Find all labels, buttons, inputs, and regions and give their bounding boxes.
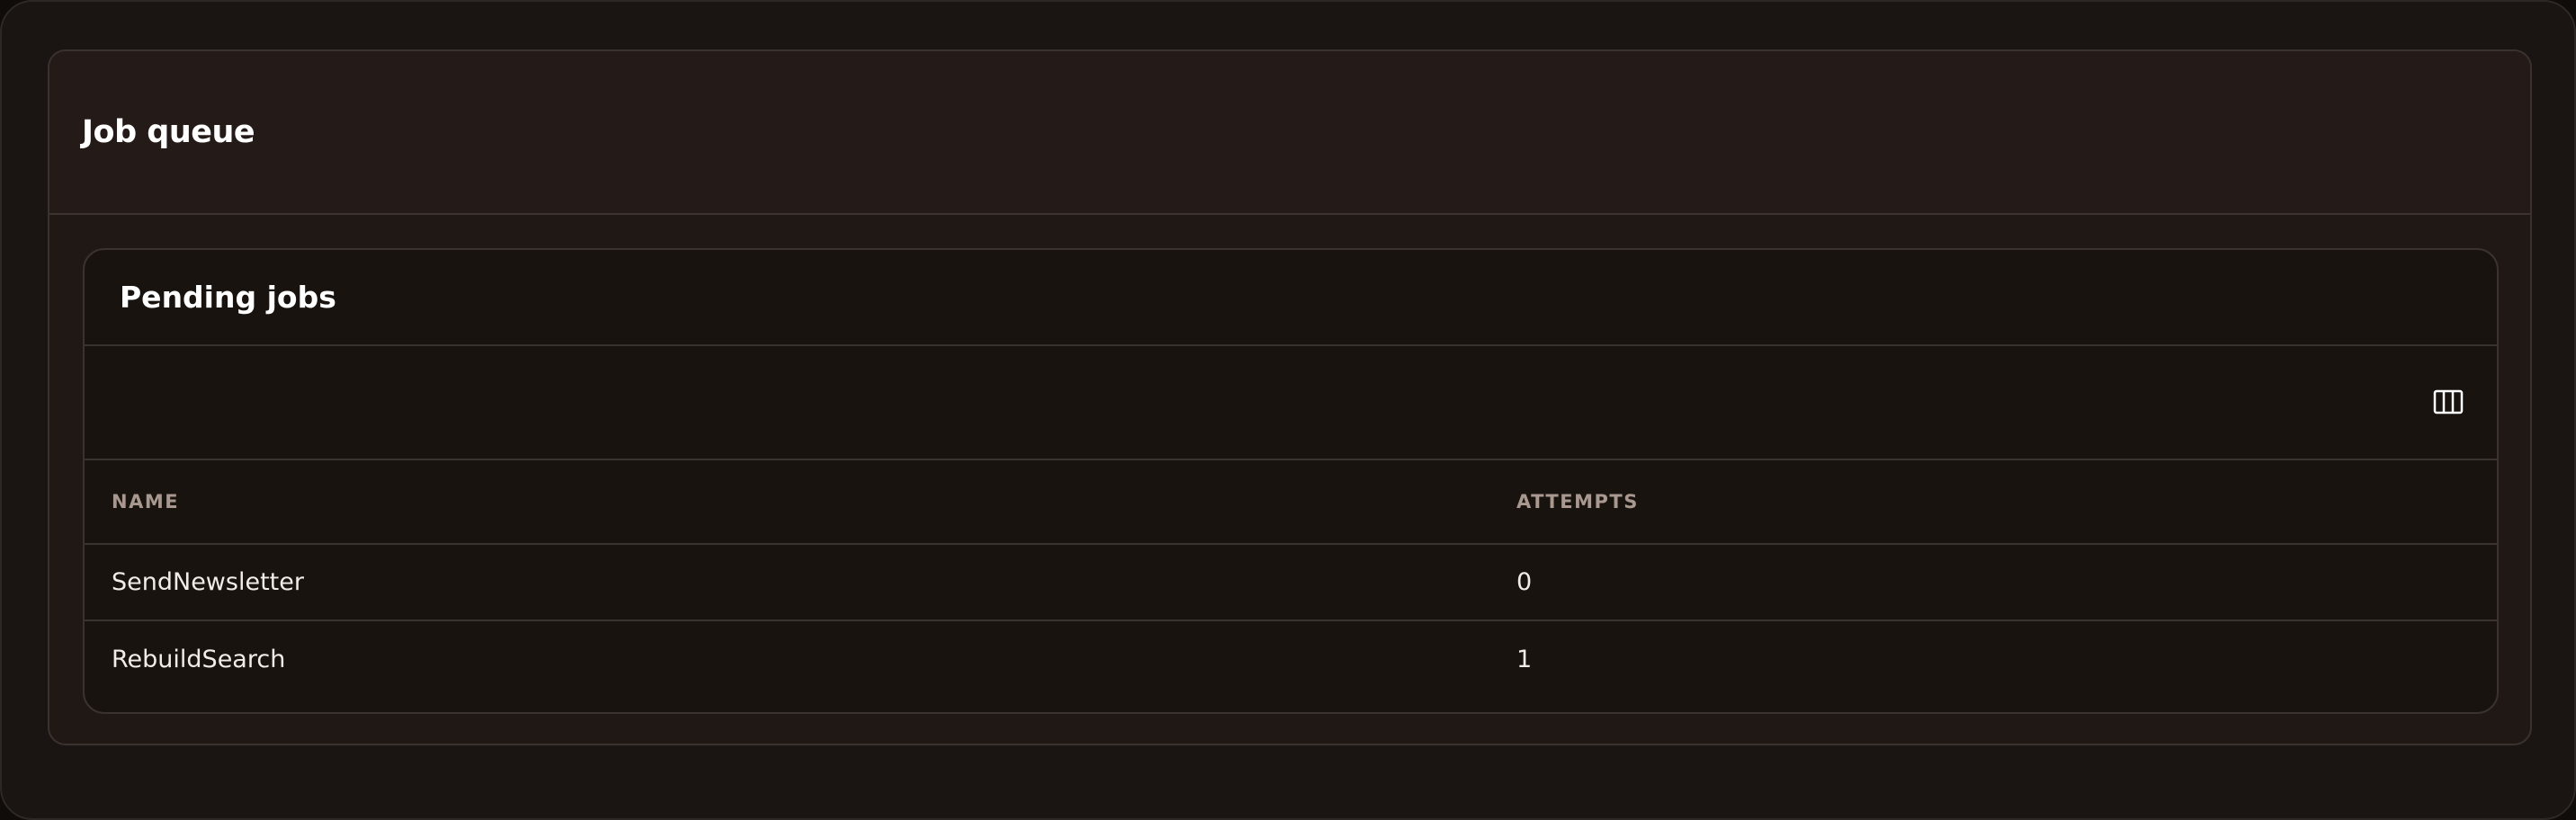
app-window: Job queue Pending jobs NAME ATTEMPTS Sen… <box>0 0 2576 820</box>
table-header-row: NAME ATTEMPTS <box>85 460 2497 545</box>
job-queue-panel: Job queue Pending jobs NAME ATTEMPTS Sen… <box>48 49 2532 745</box>
job-attempts-cell: 0 <box>1489 544 2497 621</box>
card-header: Pending jobs <box>85 250 2497 346</box>
table-row[interactable]: RebuildSearch 1 <box>85 620 2497 697</box>
table-row[interactable]: SendNewsletter 0 <box>85 544 2497 621</box>
columns-icon <box>2433 389 2464 414</box>
pending-jobs-card: Pending jobs NAME ATTEMPTS SendNewslette… <box>83 248 2499 714</box>
table-toolbar <box>85 346 2497 460</box>
page-title: Job queue <box>82 114 255 150</box>
job-attempts-cell: 1 <box>1516 645 1533 673</box>
columns-toggle-button[interactable] <box>2432 386 2464 418</box>
job-name-cell: SendNewsletter <box>85 544 1489 621</box>
card-title: Pending jobs <box>120 280 336 315</box>
column-header-attempts[interactable]: ATTEMPTS <box>1489 460 2497 545</box>
column-header-name[interactable]: NAME <box>85 460 1489 545</box>
jobs-table: NAME ATTEMPTS SendNewsletter 0 RebuildSe… <box>85 460 2497 697</box>
job-name-cell: RebuildSearch <box>112 645 286 673</box>
panel-header: Job queue <box>49 51 2530 215</box>
